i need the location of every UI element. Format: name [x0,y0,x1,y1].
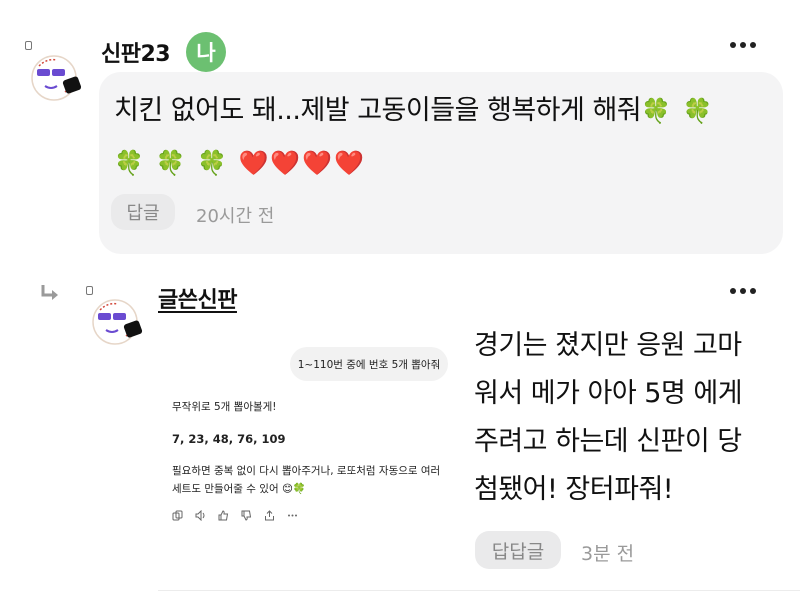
copy-icon [172,510,183,521]
answer-line: 필요하면 중복 없이 다시 뽑아주거나, 로또처럼 자동으로 여러 [172,465,441,477]
comment-text: 치킨 없어도 돼...제발 고동이들을 행복하게 해줘🍀 🍀 [114,86,715,136]
reply-username[interactable]: 글쓴신판 [158,282,237,314]
comment-text-line2: 🍀 🍀 🍀 ❤️❤️❤️❤️ [114,138,366,188]
thumbs-down-icon [241,510,252,521]
reply-text-line: 첨됐어! 장터파줘! [474,474,674,505]
reply-text: 경기는 졌지만 응원 고마 워서 메가 아아 5명 에게 주려고 하는데 신판이… [474,322,784,514]
me-badge: 나 [186,32,226,72]
comment-bubble: 치킨 없어도 돼...제발 고동이들을 행복하게 해줘🍀 🍀 🍀 🍀 🍀 ❤️❤… [99,72,783,254]
more-icon[interactable] [730,42,756,48]
clover-emoji: 🍀 🍀 [641,97,715,125]
reply-button[interactable]: 답글 [111,194,175,230]
reply-text-line: 경기는 졌지만 응원 고마 [474,330,742,361]
reply-reply-button[interactable]: 답답글 [475,531,561,569]
emoji-row: 🍀 🍀 🍀 ❤️❤️❤️❤️ [114,149,367,177]
comment-username[interactable]: 신판23 [101,36,171,68]
speaker-icon [195,510,205,521]
comment-time: 20시간 전 [196,206,275,227]
reply-text-line: 워서 메가 아아 5명 에게 [474,378,743,409]
answer-line: 세트도 만들어줄 수 있어 😊🍀 [172,483,306,495]
reply-time: 3분 전 [581,543,635,565]
more-icon[interactable] [730,288,756,294]
attached-screenshot[interactable]: 1~110번 중에 번호 5개 뽑아줘 무작위로 5개 뽑아볼게! 7, 23,… [158,335,458,535]
answer-numbers: 7, 23, 48, 76, 109 [172,432,286,446]
avatar[interactable] [27,48,85,106]
reply-text-line: 주려고 하는데 신판이 당 [474,426,742,457]
comment-text-line1: 치킨 없어도 돼...제발 고동이들을 행복하게 해줘 [114,95,642,126]
divider [158,590,800,591]
more-icon [288,514,297,517]
user-prompt-bubble: 1~110번 중에 번호 5개 뽑아줘 [290,347,448,381]
answer-line: 무작위로 5개 뽑아볼게! [172,401,277,413]
thumbs-up-icon [218,510,229,521]
reply-arrow-icon [41,285,58,300]
answer-actions [172,510,298,521]
share-icon [265,510,274,521]
avatar[interactable] [88,292,146,350]
